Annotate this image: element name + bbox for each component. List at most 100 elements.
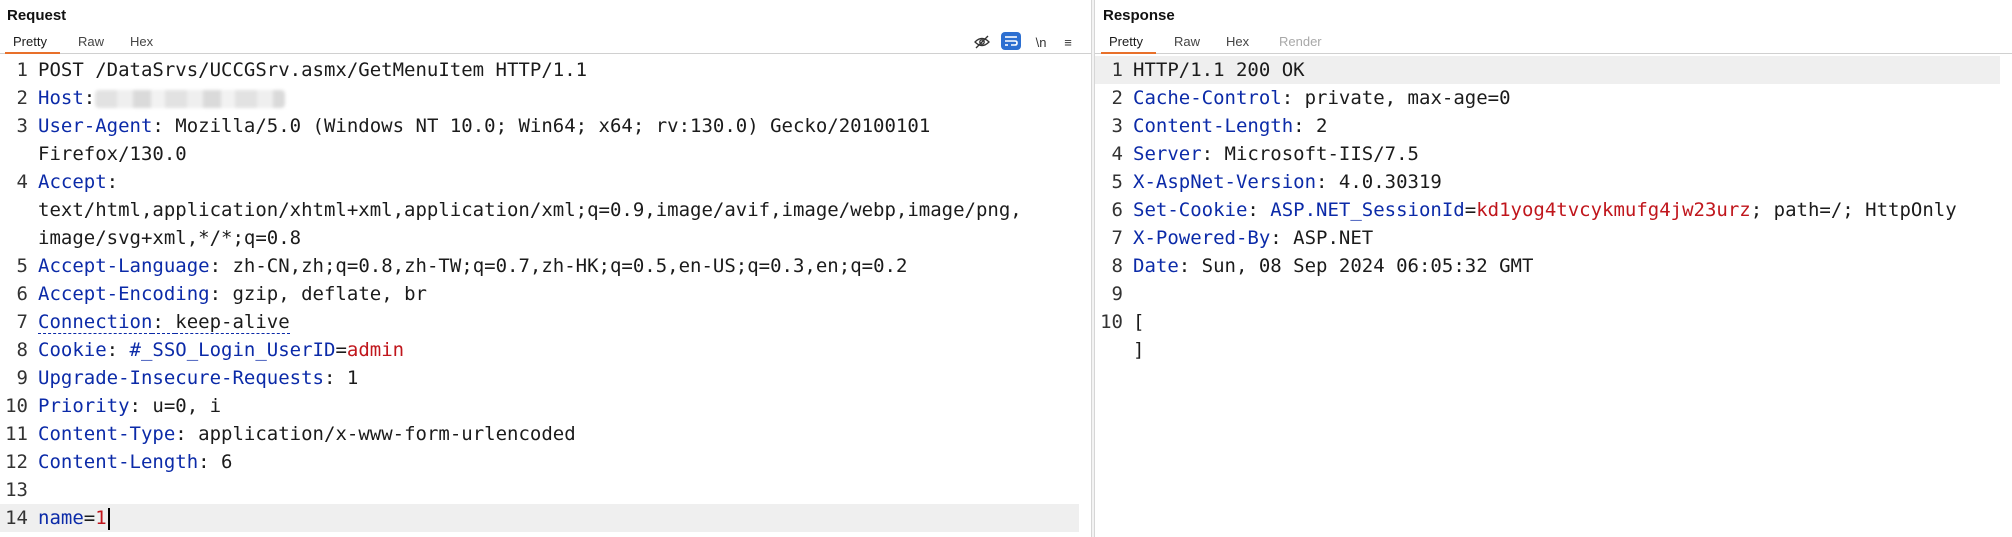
line-code: Cache-Control: private, max-age=0	[1133, 84, 1511, 112]
header-name: X-AspNet-Version	[1133, 171, 1317, 193]
header-name: Content-Length	[38, 451, 199, 473]
line-number: 8	[1111, 255, 1123, 277]
header-separator: :	[83, 87, 96, 109]
line-number: 9	[1111, 283, 1123, 305]
header-separator: :	[1178, 255, 1202, 277]
line-code: [	[1133, 308, 1144, 336]
tab-raw[interactable]: Raw	[1174, 34, 1200, 49]
header-name: Content-Length	[1133, 115, 1294, 137]
header-name: Accept-Language	[38, 255, 210, 277]
editor-line: 7 Connection: keep-alive	[0, 308, 1079, 336]
request-editor[interactable]: 1 POST /DataSrvs/UCCGSrv.asmx/GetMenuItem…	[0, 56, 1091, 537]
header-name: Accept	[38, 171, 107, 193]
header-value: Sun, 08 Sep 2024 06:05:32 GMT	[1201, 255, 1534, 277]
line-code: Cookie: #_SSO_Login_UserID=admin	[38, 336, 404, 364]
header-value: 2	[1316, 115, 1328, 137]
line-number: 2	[16, 87, 28, 109]
header-value: keep-alive	[175, 311, 290, 334]
line-number: 14	[5, 507, 28, 529]
header-value: gzip, deflate, br	[232, 283, 427, 305]
line-number: 6	[1111, 199, 1123, 221]
redacted-host-value	[95, 89, 286, 108]
header-separator: :	[209, 283, 233, 305]
tab-render[interactable]: Render	[1279, 34, 1322, 49]
line-number: 7	[16, 311, 28, 333]
line-code: Content-Length: 2	[1133, 112, 1328, 140]
header-separator: :	[1281, 87, 1305, 109]
editor-line: 13	[0, 476, 1079, 504]
header-separator: :	[1293, 115, 1317, 137]
eye-off-icon[interactable]	[972, 32, 992, 52]
response-pane: Response Pretty Raw Hex Render 1 HTTP/1.1…	[1095, 0, 2012, 537]
line-code: X-AspNet-Version: 4.0.30319	[1133, 168, 1442, 196]
response-editor[interactable]: 1 HTTP/1.1 200 OK 2 Cache-Control: private,…	[1095, 56, 2012, 537]
request-line: POST /DataSrvs/UCCGSrv.asmx/GetMenuItem …	[38, 59, 588, 81]
editor-line: 9	[1095, 280, 2000, 308]
editor-line: 7 X-Powered-By: ASP.NET	[1095, 224, 2000, 252]
line-number: 5	[16, 255, 28, 277]
editor-line: 1 HTTP/1.1 200 OK	[1095, 56, 2000, 84]
wrap-lines-icon[interactable]	[1001, 32, 1021, 50]
line-code: Accept:	[38, 168, 118, 196]
header-name: Content-Type	[38, 423, 176, 445]
header-value: private, max-age=0	[1304, 87, 1511, 109]
line-number: 11	[5, 423, 28, 445]
line-code: Set-Cookie: ASP.NET_SessionId=kd1yog4tvc…	[1133, 196, 1957, 224]
editor-line: 1 POST /DataSrvs/UCCGSrv.asmx/GetMenuItem…	[0, 56, 1079, 84]
line-number: 10	[5, 395, 28, 417]
param-name: name	[38, 507, 84, 529]
editor-line: 3 User-Agent: Mozilla/5.0 (Windows NT 10.…	[0, 112, 1079, 140]
header-separator: :	[106, 339, 130, 361]
header-value: 4.0.30319	[1338, 171, 1442, 193]
cookie-name: #_SSO_Login_UserID	[129, 339, 336, 361]
line-code: Content-Length: 6	[38, 448, 233, 476]
cookie-value: admin	[346, 339, 405, 361]
param-value: 1	[95, 507, 107, 529]
line-number: 13	[5, 479, 28, 501]
editor-line: 2 Host:	[0, 84, 1079, 112]
editor-line: 4 Server: Microsoft-IIS/7.5	[1095, 140, 2000, 168]
editor-line: 11 Content-Type: application/x-www-form-u…	[0, 420, 1079, 448]
header-separator: :	[1316, 171, 1339, 193]
newline-icon[interactable]: \n	[1032, 32, 1050, 52]
header-separator: :	[1247, 199, 1271, 221]
line-code: Host:	[38, 84, 286, 112]
editor-line: 2 Cache-Control: private, max-age=0	[1095, 84, 2000, 112]
line-number: 3	[16, 115, 28, 137]
header-name: Cache-Control	[1133, 87, 1282, 109]
line-code: Server: Microsoft-IIS/7.5	[1133, 140, 1419, 168]
param-equals: =	[83, 507, 96, 529]
header-separator: :	[198, 451, 222, 473]
editor-line: 4 Accept:	[0, 168, 1079, 196]
line-code: Upgrade-Insecure-Requests: 1	[38, 364, 358, 392]
editor-line: 10 [	[1095, 308, 2000, 336]
line-number: 5	[1111, 171, 1123, 193]
line-code: User-Agent: Mozilla/5.0 (Windows NT 10.0…	[38, 112, 930, 140]
line-code: Priority: u=0, i	[38, 392, 221, 420]
line-number: 9	[16, 367, 28, 389]
line-code: HTTP/1.1 200 OK	[1133, 56, 1305, 84]
line-code: Accept-Language: zh-CN,zh;q=0.8,zh-TW;q=…	[38, 252, 907, 280]
header-separator: :	[152, 311, 176, 334]
editor-line: 5 X-AspNet-Version: 4.0.30319	[1095, 168, 2000, 196]
tab-pretty[interactable]: Pretty	[1109, 34, 1143, 49]
request-title: Request	[7, 7, 67, 24]
tab-raw[interactable]: Raw	[78, 34, 104, 49]
line-number: 7	[1111, 227, 1123, 249]
header-separator: :	[323, 367, 347, 389]
header-name: Server	[1133, 143, 1202, 165]
tab-hex[interactable]: Hex	[130, 34, 153, 49]
line-code: POST /DataSrvs/UCCGSrv.asmx/GetMenuItem …	[38, 56, 587, 84]
header-separator: :	[152, 115, 176, 137]
menu-icon[interactable]: ≡	[1060, 32, 1076, 52]
tab-hex[interactable]: Hex	[1226, 34, 1249, 49]
line-code: Date: Sun, 08 Sep 2024 06:05:32 GMT	[1133, 252, 1533, 280]
wrapped-line: Firefox/130.0	[38, 143, 187, 165]
wrapped-line: image/svg+xml,*/*;q=0.8	[38, 227, 302, 249]
tab-pretty[interactable]: Pretty	[13, 34, 47, 49]
header-value: zh-CN,zh;q=0.8,zh-TW;q=0.7,zh-HK;q=0.5,e…	[232, 255, 908, 277]
line-number: 2	[1111, 87, 1123, 109]
line-number: 1	[1111, 59, 1123, 81]
header-value: Mozilla/5.0 (Windows NT 10.0; Win64; x64…	[175, 115, 931, 137]
line-number: 4	[16, 171, 28, 193]
